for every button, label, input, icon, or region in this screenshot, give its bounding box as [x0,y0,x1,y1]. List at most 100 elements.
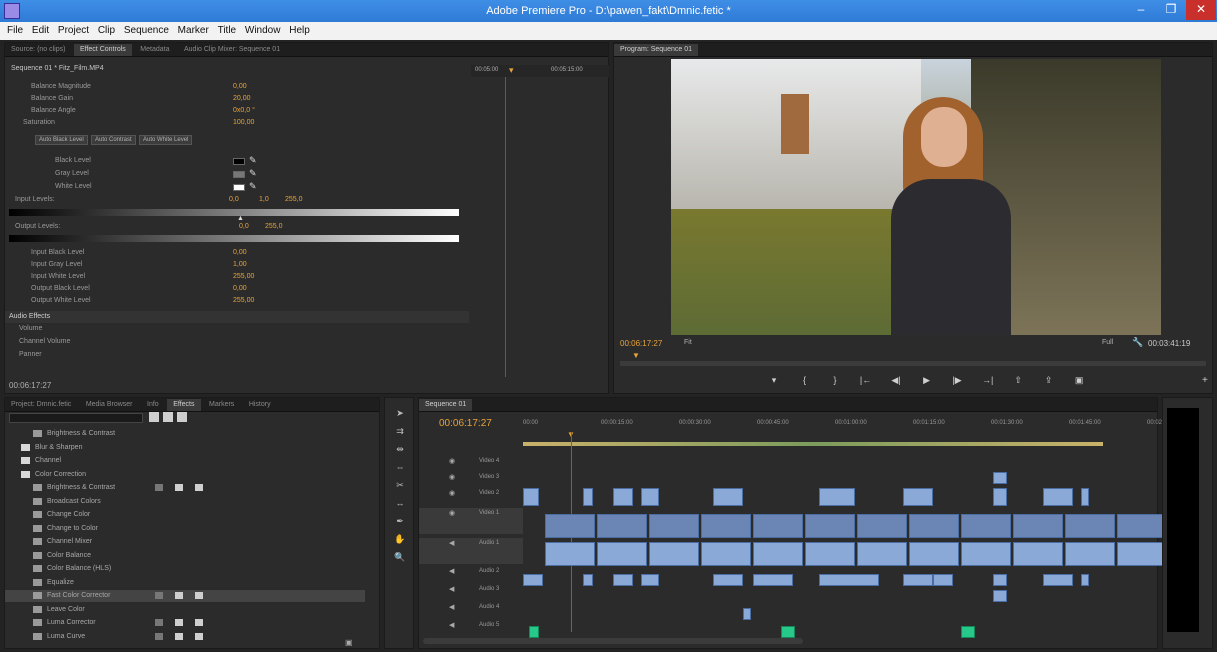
program-fit-dropdown[interactable]: Fit [684,339,692,346]
video-clip[interactable] [701,514,751,538]
menu-project[interactable]: Project [55,22,92,36]
track-header[interactable]: ◉ Video 3 [419,472,523,486]
output-level-black[interactable]: 0,0 [239,223,249,230]
tab-media-browser[interactable]: Media Browser [80,399,139,411]
effects-list-item[interactable]: Brightness & Contrast [5,428,365,440]
program-scrub-bar[interactable] [620,361,1206,366]
menu-help[interactable]: Help [286,22,313,36]
program-playhead-icon[interactable]: ▼ [632,351,640,360]
minimize-button[interactable]: – [1126,0,1156,20]
video-clip[interactable] [753,514,803,538]
gray-level-swatch[interactable] [233,171,245,178]
timeline-scrollbar[interactable] [423,638,803,644]
video-clip[interactable] [1043,488,1073,506]
speaker-toggle-icon[interactable]: ◀ [449,567,454,575]
video-clip[interactable] [713,488,743,506]
audio-clip[interactable] [857,542,907,566]
auto-white-level-button[interactable]: Auto White Level [139,135,193,145]
audio-clip[interactable] [597,542,647,566]
auto-black-level-button[interactable]: Auto Black Level [35,135,88,145]
audio-clip[interactable] [805,542,855,566]
effects-list-item[interactable]: Change Color [5,509,365,521]
effects-search-input[interactable] [9,413,143,423]
audio-clip[interactable] [993,574,1007,586]
audio-clip[interactable] [753,574,793,586]
video-clip[interactable] [993,488,1007,506]
menu-window[interactable]: Window [242,22,284,36]
extract-icon[interactable]: ⇪ [1041,375,1057,387]
new-bin-icon[interactable]: ▣ [345,638,353,647]
effects-list-item[interactable]: Leave Color [5,604,365,616]
input-levels-gradient[interactable] [9,209,459,216]
mark-out-icon[interactable]: } [827,375,843,387]
effects-list-item[interactable]: Broadcast Colors [5,496,365,508]
video-clip[interactable] [641,488,659,506]
eyedropper-icon[interactable]: ✎ [249,168,257,179]
program-timecode[interactable]: 00:06:17:27 [620,339,662,348]
tab-project[interactable]: Project: Dmnic.fetic [5,399,77,411]
eyedropper-icon[interactable]: ✎ [249,155,257,166]
video-clip[interactable] [1117,514,1167,538]
black-level-swatch[interactable] [233,158,245,165]
video-clip[interactable] [993,472,1007,484]
tab-audio-clip-mixer[interactable]: Audio Clip Mixer: Sequence 01 [178,44,286,56]
tab-info[interactable]: Info [141,399,165,411]
audio-clip[interactable] [713,574,743,586]
tab-effects[interactable]: Effects [167,399,201,411]
pen-tool-icon[interactable]: ✒ [393,516,407,530]
video-clip[interactable] [1013,514,1063,538]
mini-playhead-icon[interactable]: ▾ [509,65,514,76]
audio-clip[interactable] [583,574,593,586]
audio-clip[interactable] [1065,542,1115,566]
output-white-level-value[interactable]: 255,00 [233,297,254,304]
step-forward-icon[interactable]: |▶ [949,375,965,387]
maximize-button[interactable]: ❐ [1156,0,1186,20]
effects-list-item[interactable]: Change to Color [5,523,365,535]
menu-file[interactable]: File [4,22,26,36]
track-header[interactable]: ◀ Audio 2 [419,566,523,580]
audio-clip[interactable] [961,542,1011,566]
accelerated-effects-icon[interactable] [149,412,159,422]
menu-sequence[interactable]: Sequence [121,22,172,36]
audio-clip[interactable] [545,542,595,566]
go-to-out-icon[interactable]: →| [980,375,996,387]
audio-clip[interactable] [1081,574,1089,586]
video-clip[interactable] [649,514,699,538]
audio-clip[interactable] [933,574,953,586]
gray-slider-handle[interactable]: ▲ [237,215,244,222]
video-clip[interactable] [597,514,647,538]
settings-wrench-icon[interactable]: 🔧 [1132,337,1143,348]
video-clip[interactable] [613,488,633,506]
eye-toggle-icon[interactable]: ◉ [449,473,455,481]
audio-clip[interactable] [523,574,543,586]
video-clip[interactable] [961,514,1011,538]
param-saturation-value[interactable]: 100,00 [233,119,254,126]
audio-clip[interactable] [641,574,659,586]
menu-edit[interactable]: Edit [29,22,52,36]
effects-list-item[interactable]: Equalize [5,577,365,589]
speaker-toggle-icon[interactable]: ◀ [449,539,454,547]
audio-clip-green[interactable] [529,626,539,638]
speaker-toggle-icon[interactable]: ◀ [449,603,454,611]
track-header[interactable]: ◀ Audio 3 [419,584,523,598]
audio-effect-volume[interactable]: Volume [19,325,42,337]
tab-metadata[interactable]: Metadata [134,44,175,56]
timeline-timecode[interactable]: 00:06:17:27 [439,418,492,429]
step-back-icon[interactable]: ◀| [888,375,904,387]
32bit-effects-icon[interactable] [163,412,173,422]
video-clip[interactable] [1081,488,1089,506]
slip-tool-icon[interactable]: ↔ [393,498,407,512]
audio-clip[interactable] [993,590,1007,602]
input-level-black[interactable]: 0,0 [229,196,239,203]
close-button[interactable]: ✕ [1186,0,1216,20]
input-gray-level-value[interactable]: 1,00 [233,261,247,268]
video-clip[interactable] [903,488,933,506]
track-header[interactable]: ◀ Audio 4 [419,602,523,616]
menu-title[interactable]: Title [215,22,240,36]
effects-list-item[interactable]: Fast Color Corrector [5,590,365,602]
param-balance-angle-value[interactable]: 0x0,0 ° [233,107,255,114]
audio-clip[interactable] [909,542,959,566]
effects-list-item[interactable]: Blur & Sharpen [5,442,365,454]
speaker-toggle-icon[interactable]: ◀ [449,621,454,629]
track-select-tool-icon[interactable]: ⇉ [393,426,407,440]
